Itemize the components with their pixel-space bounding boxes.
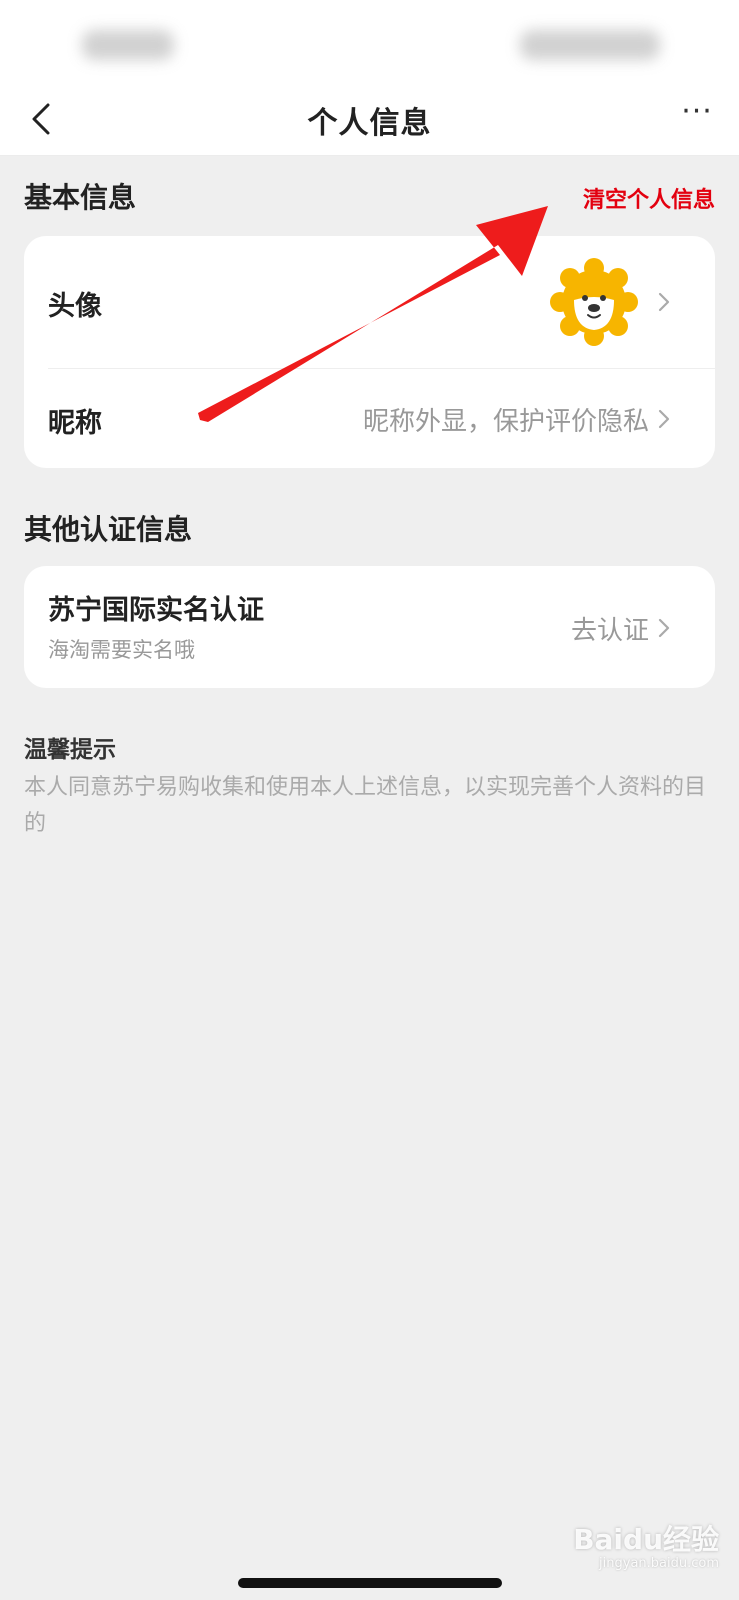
home-indicator[interactable] <box>238 1578 502 1588</box>
avatar-label: 头像 <box>48 291 102 322</box>
lion-avatar-icon[interactable] <box>550 258 638 346</box>
cert-action[interactable]: 去认证 <box>571 610 649 647</box>
nav-bar: 个人信息 ··· <box>0 82 739 156</box>
nickname-row[interactable]: 昵称 昵称外显，保护评价隐私 <box>24 369 715 468</box>
cert-title: 苏宁国际实名认证 <box>48 595 264 626</box>
avatar-row[interactable]: 头像 <box>24 236 715 368</box>
clear-personal-info-link[interactable]: 清空个人信息 <box>583 182 715 214</box>
section-title-other: 其他认证信息 <box>24 513 193 546</box>
tips-body: 本人同意苏宁易购收集和使用本人上述信息，以实现完善个人资料的目的 <box>24 775 707 836</box>
section-title-basic: 基本信息 <box>24 181 137 214</box>
chevron-right-icon <box>658 292 670 312</box>
chevron-right-icon <box>658 409 670 429</box>
status-icons-blurred <box>520 30 660 60</box>
watermark-url: jingyan.baidu.com <box>599 1556 719 1571</box>
more-dots-icon[interactable]: ··· <box>677 97 717 138</box>
certification-card[interactable]: 苏宁国际实名认证 海淘需要实名哦 去认证 <box>24 566 715 688</box>
status-bar <box>0 0 739 90</box>
nickname-placeholder: 昵称外显，保护评价隐私 <box>362 407 649 437</box>
basic-info-card: 头像 昵称 昵称外显，保护评价隐私 <box>24 236 715 468</box>
status-time-blurred <box>82 30 174 60</box>
tips-title: 温馨提示 <box>24 737 116 763</box>
cert-subtitle: 海淘需要实名哦 <box>48 638 195 662</box>
chevron-right-icon <box>658 618 670 638</box>
watermark-logo: Baidu经验 <box>573 1523 719 1556</box>
page-title: 个人信息 <box>307 106 432 141</box>
nickname-label: 昵称 <box>48 408 102 439</box>
